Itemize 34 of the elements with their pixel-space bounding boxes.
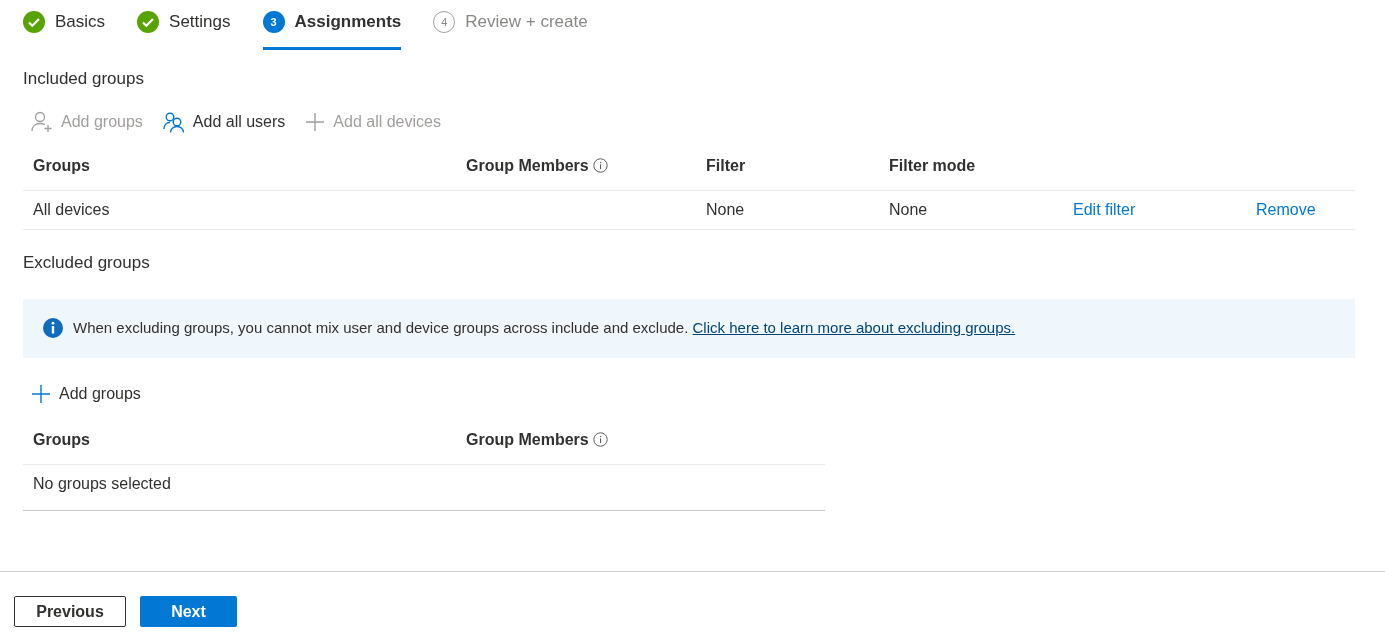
wizard-step-tab[interactable]: Basics — [23, 0, 106, 50]
column-header: Groups — [33, 156, 90, 174]
info-icon — [43, 318, 63, 339]
row-link[interactable]: Remove — [1256, 200, 1316, 218]
wizard-step-tab[interactable]: 3 Assignments — [262, 0, 402, 50]
table-cell: All devices — [33, 200, 110, 218]
table-cell: None — [706, 200, 745, 218]
add-button[interactable]: Add groups — [31, 381, 141, 406]
wizard-step-tab[interactable]: Settings — [137, 0, 231, 50]
column-header: Group Members — [466, 156, 589, 174]
column-header: Filter — [706, 156, 746, 174]
section-title: Excluded groups — [23, 251, 151, 274]
plus-icon — [305, 111, 326, 132]
section-title: Included groups — [23, 68, 145, 90]
check-circle-icon — [23, 11, 45, 33]
check-circle-icon — [137, 11, 160, 33]
add-button[interactable]: Add all users — [162, 109, 286, 134]
next-button[interactable]: Next — [140, 596, 237, 627]
person-add-icon — [31, 110, 53, 133]
info-icon — [593, 431, 609, 447]
previous-button[interactable]: Previous — [14, 596, 126, 627]
people-icon — [162, 110, 185, 133]
learn-more-link[interactable]: Click here to learn more about excluding groups. — [692, 319, 1016, 336]
table-cell: None — [889, 200, 928, 218]
column-header: Group Members — [466, 430, 589, 448]
empty-message: No groups selected — [33, 474, 171, 492]
info-message: When excluding groups, you cannot mix user and device groups across include and exclude. Click here to learn more about excluding groups. — [73, 318, 1016, 338]
info-icon — [593, 157, 609, 173]
row-link[interactable]: Edit filter — [1073, 200, 1136, 218]
plus-icon — [31, 383, 51, 404]
column-header: Groups — [33, 430, 90, 448]
wizard-step-tab[interactable]: 4 Review + create — [433, 0, 588, 50]
step-number: 3 — [262, 11, 285, 33]
column-header: Filter mode — [889, 156, 976, 174]
